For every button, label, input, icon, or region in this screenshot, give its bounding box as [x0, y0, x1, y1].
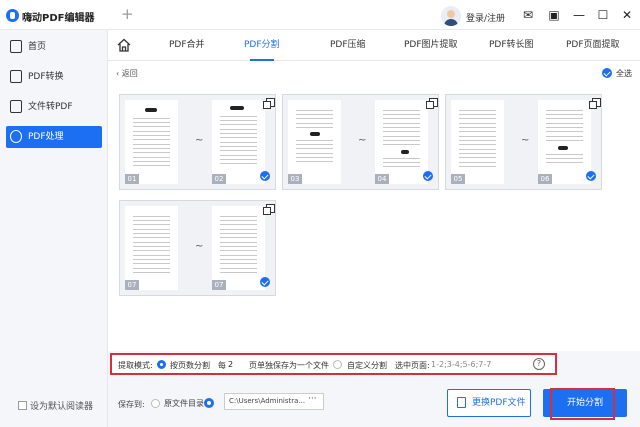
card-selected-check-icon[interactable] — [260, 171, 270, 181]
tab-pdf-to-long-image[interactable]: PDF转长图 — [489, 30, 534, 61]
page-number: 02 — [212, 174, 226, 184]
selected-pages-value: 1-2;3-4;5-6;7-7 — [431, 360, 492, 369]
copy-icon[interactable] — [263, 98, 275, 109]
back-label: 返回 — [121, 69, 138, 78]
tab-pdf-compress[interactable]: PDF压缩 — [330, 30, 366, 61]
page-thumbnail: 07 — [125, 206, 178, 290]
app-logo-icon — [6, 9, 19, 22]
tab-bar: PDF合并 PDF分割 PDF压缩 PDF图片提取 PDF转长图 PDF页面提取 — [108, 30, 640, 61]
home-tab-icon[interactable] — [117, 38, 131, 52]
page-number: 01 — [125, 174, 139, 184]
sidebar-item-home[interactable]: 首页 — [6, 36, 102, 58]
split-group-card[interactable]: 01 ~ 02 — [119, 94, 276, 190]
copy-icon[interactable] — [426, 98, 438, 109]
close-button[interactable]: ✕ — [619, 7, 635, 23]
range-separator: ~ — [195, 135, 204, 146]
source-dir-label: 原文件目录 — [164, 399, 204, 408]
file-swap-icon — [457, 397, 466, 408]
sidebar-item-label: 文件转PDF — [28, 102, 73, 112]
page-number: 04 — [375, 174, 389, 184]
app-window: 嗨动PDF编辑器 + 登录/注册 ✉ ▣ — ☐ ✕ 首页 PDF转换 文件转P… — [0, 0, 640, 427]
page-thumbnail: 06 — [538, 100, 591, 184]
start-split-highlight — [550, 388, 615, 420]
minimize-button[interactable]: — — [571, 7, 587, 23]
page-count-input[interactable]: 2 — [228, 360, 233, 369]
back-link[interactable]: ‹ 返回 — [116, 68, 138, 79]
change-pdf-file-button[interactable]: 更换PDF文件 — [447, 389, 531, 417]
tab-pdf-merge[interactable]: PDF合并 — [169, 30, 205, 61]
card-selected-check-icon[interactable] — [260, 277, 270, 287]
avatar[interactable] — [441, 6, 461, 26]
default-reader-checkbox[interactable] — [18, 401, 27, 410]
split-group-card[interactable]: 07 ~ 07 — [119, 200, 276, 296]
tab-pdf-page-extract[interactable]: PDF页面提取 — [566, 30, 620, 61]
extract-mode-bar: 提取模式: 按页数分割 每 2 页单独保存为一个文件 自定义分割 选中页面: 1… — [110, 353, 557, 375]
help-icon[interactable]: ? — [533, 358, 545, 370]
source-dir-radio[interactable] — [151, 399, 160, 408]
tab-pdf-split[interactable]: PDF分割 — [244, 30, 280, 61]
page-number: 07 — [125, 280, 139, 290]
tab-pdf-image-extract[interactable]: PDF图片提取 — [404, 30, 458, 61]
sidebar-item-pdf-convert[interactable]: PDF转换 — [6, 66, 102, 88]
select-all-label: 全选 — [616, 69, 632, 78]
file-icon — [10, 100, 22, 113]
chevron-left-icon: ‹ — [116, 69, 120, 78]
selected-pages-label: 选中页面: — [395, 361, 430, 370]
page-thumbnail: 03 — [288, 100, 341, 184]
select-all-check-icon — [602, 68, 612, 78]
sidebar: 首页 PDF转换 文件转PDF PDF处理 — [0, 30, 108, 427]
sidebar-item-file-to-pdf[interactable]: 文件转PDF — [6, 96, 102, 118]
sidebar-item-pdf-process[interactable]: PDF处理 — [6, 126, 102, 148]
every-label: 每 — [218, 361, 226, 370]
copy-icon[interactable] — [263, 204, 275, 215]
range-separator: ~ — [358, 135, 367, 146]
page-thumbnail: 02 — [212, 100, 265, 184]
page-number: 05 — [451, 174, 465, 184]
login-register-link[interactable]: 登录/注册 — [466, 11, 505, 24]
process-icon — [10, 130, 22, 143]
custom-split-label: 自定义分割 — [347, 361, 387, 370]
range-separator: ~ — [195, 241, 204, 252]
split-group-card[interactable]: 03 ~ 04 — [282, 94, 439, 190]
title-bar: 嗨动PDF编辑器 + 登录/注册 ✉ ▣ — ☐ ✕ — [0, 0, 640, 30]
copy-icon[interactable] — [589, 98, 601, 109]
by-pages-label: 按页数分割 — [170, 361, 210, 370]
page-thumbnail: 05 — [451, 100, 504, 184]
per-file-label: 页单独保存为一个文件 — [249, 361, 329, 370]
convert-icon — [10, 70, 22, 83]
custom-split-radio[interactable] — [333, 360, 342, 369]
card-selected-check-icon[interactable] — [423, 171, 433, 181]
skin-icon[interactable]: ▣ — [546, 7, 562, 23]
range-separator: ~ — [521, 135, 530, 146]
custom-dir-radio[interactable] — [204, 398, 214, 408]
page-number: 07 — [212, 280, 226, 290]
extract-mode-label: 提取模式: — [118, 361, 153, 370]
by-pages-radio[interactable] — [157, 360, 166, 369]
select-all-toggle[interactable]: 全选 — [602, 68, 640, 80]
mail-icon[interactable]: ✉ — [520, 7, 536, 23]
page-number: 06 — [538, 174, 552, 184]
split-preview-area: ‹ 返回 全选 01 ~ 02 03 ~ 04 05 ~ 06 07 ~ 07 — [108, 61, 640, 351]
page-number: 03 — [288, 174, 302, 184]
browse-button[interactable]: ··· — [308, 394, 317, 404]
card-selected-check-icon[interactable] — [586, 171, 596, 181]
save-to-label: 保存到: — [118, 400, 145, 409]
sidebar-item-label: 首页 — [28, 42, 47, 52]
page-thumbnail: 07 — [212, 206, 265, 290]
maximize-button[interactable]: ☐ — [595, 7, 611, 23]
page-thumbnail: 01 — [125, 100, 178, 184]
page-thumbnail: 04 — [375, 100, 428, 184]
change-pdf-file-label: 更换PDF文件 — [472, 398, 526, 408]
new-tab-button[interactable]: + — [121, 5, 134, 23]
home-icon — [10, 40, 22, 53]
sidebar-item-label: PDF转换 — [28, 72, 64, 82]
split-group-card[interactable]: 05 ~ 06 — [445, 94, 602, 190]
sidebar-item-label: PDF处理 — [28, 132, 64, 142]
app-title: 嗨动PDF编辑器 — [22, 13, 95, 24]
default-reader-label: 设为默认阅读器 — [30, 402, 94, 412]
